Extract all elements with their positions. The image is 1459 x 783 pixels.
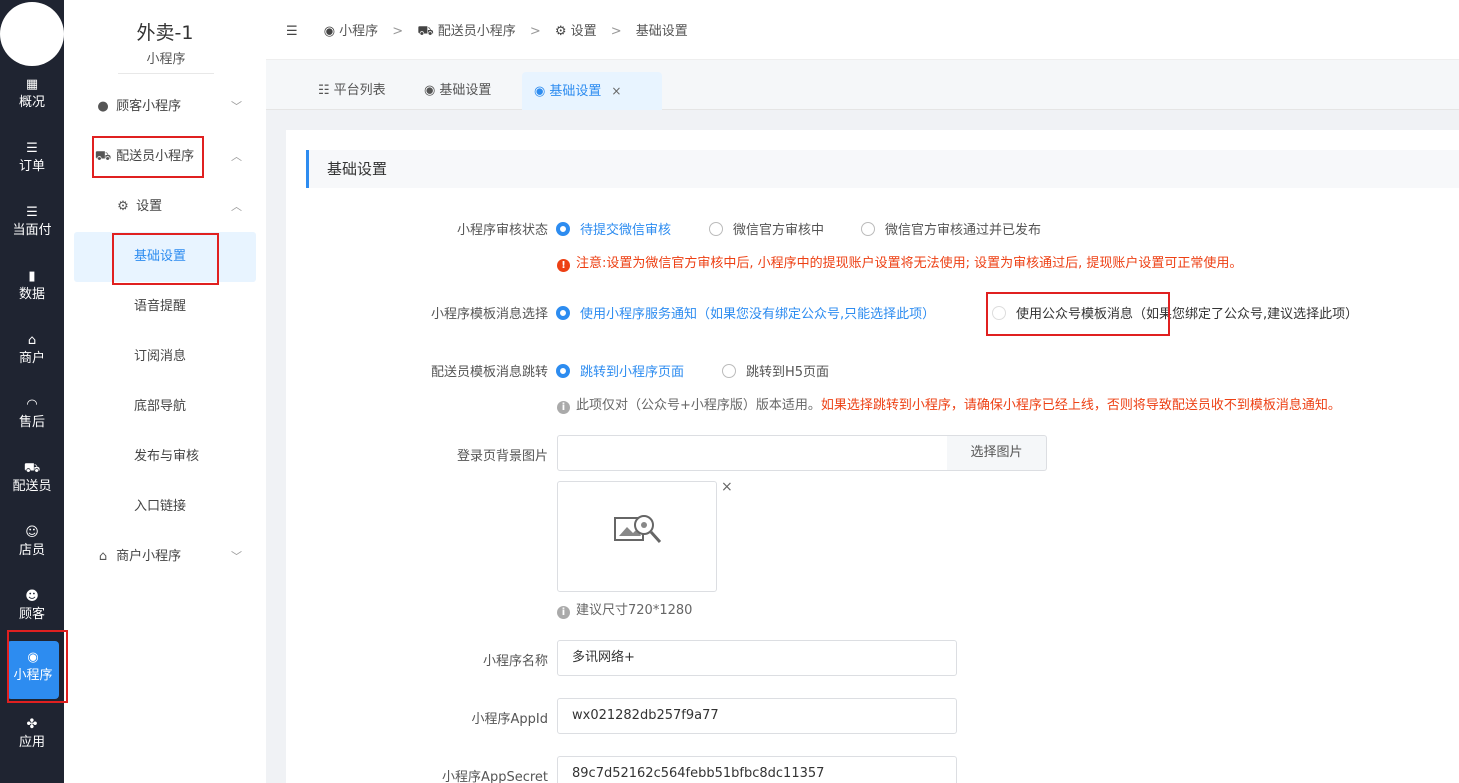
sub-sidebar: 外卖-1 小程序 ● 顾客小程序 ﹀ ⛟ 配送员小程序 ︿ ⚙ 设置 ︿ 基础设置 语… <box>64 0 266 783</box>
app-secret-label: 小程序AppSecret <box>442 770 548 783</box>
scooter-icon: ⛟ <box>94 149 112 164</box>
image-placeholder[interactable] <box>557 481 717 592</box>
scooter-icon: ⛟ <box>23 461 41 476</box>
rail-item-merchant[interactable]: ⌂ 商户 <box>0 326 64 382</box>
menu-publish-review[interactable]: 发布与审核 <box>74 432 256 482</box>
chevron-down-icon: ﹀ <box>231 550 242 563</box>
breadcrumb: ☰ ◉ 小程序 > ⛟ 配送员小程序 > ⚙ 设置 > 基础设置 <box>286 24 688 39</box>
app-id-label: 小程序AppId <box>471 712 548 727</box>
radio-published[interactable]: 微信官方审核通过并已发布 <box>861 219 1041 238</box>
breadcrumb-courier-miniapp[interactable]: 配送员小程序 <box>438 24 516 39</box>
review-status-label: 小程序审核状态 <box>456 223 548 238</box>
tab-bar: ☷ 平台列表 ◉ 基础设置 ◉ 基础设置 × <box>266 60 1459 110</box>
app-name-label: 小程序名称 <box>482 654 548 669</box>
error-icon: ! <box>557 259 570 272</box>
top-bar: ☰ ◉ 小程序 > ⛟ 配送员小程序 > ⚙ 设置 > 基础设置 <box>266 0 1459 60</box>
radio-jump-miniapp[interactable]: 跳转到小程序页面 <box>556 361 684 380</box>
rail-item-data[interactable]: ▮ 数据 <box>0 262 64 318</box>
section-title: 基础设置 <box>306 150 1459 188</box>
template-msg-label: 小程序模板消息选择 <box>430 307 548 322</box>
user-icon: ☻ <box>25 589 39 604</box>
rail-item-overview[interactable]: ▦ 概况 <box>0 70 64 126</box>
breadcrumb-settings[interactable]: 设置 <box>571 24 597 39</box>
chevron-up-icon: ︿ <box>231 200 242 213</box>
dashboard-icon: ▦ <box>25 77 39 92</box>
breadcrumb-miniapp[interactable]: 小程序 <box>339 24 378 39</box>
info-icon: i <box>557 401 570 414</box>
collapse-menu-icon[interactable]: ☰ <box>286 24 298 39</box>
gear-icon: ⚙ <box>117 199 129 214</box>
bg-image-label: 登录页背景图片 <box>456 449 548 464</box>
gear-icon: ⚙ <box>554 24 567 39</box>
store-title: 外卖-1 <box>136 22 194 44</box>
wechat-icon: ◉ <box>27 650 39 665</box>
app-id-input[interactable]: wx021282db257f9a77 <box>557 698 957 734</box>
chevron-up-icon: ︿ <box>231 150 242 163</box>
rail-item-miniapp[interactable]: ◉ 小程序 <box>7 641 59 699</box>
app-name-input[interactable]: 多讯网络+ <box>557 640 957 676</box>
rail-item-facepay[interactable]: ☰ 当面付 <box>0 198 64 254</box>
rail-item-courier[interactable]: ⛟ 配送员 <box>0 454 64 510</box>
app-secret-input[interactable]: 89c7d52162c564febb51bfbc8dc11357 <box>557 756 957 783</box>
review-warning: ! 注意:设置为微信官方审核中后, 小程序中的提现账户设置将无法使用; 设置为审核… <box>557 252 1242 272</box>
menu-voice-reminder[interactable]: 语音提醒 <box>74 282 256 332</box>
user-icon: ● <box>97 99 109 114</box>
menu-merchant-miniapp[interactable]: ⌂ 商户小程序 ﹀ <box>74 532 256 582</box>
menu-courier-miniapp[interactable]: ⛟ 配送员小程序 ︿ <box>74 132 256 182</box>
store-icon: ⌂ <box>98 549 108 564</box>
tab-basic-settings-2[interactable]: ◉ 基础设置 × <box>522 72 662 110</box>
menu-basic-settings[interactable]: 基础设置 <box>74 232 256 282</box>
store-subtitle: 小程序 <box>118 48 214 74</box>
jump-tip: i 此项仅对（公众号+小程序版）版本适用。如果选择跳转到小程序，请确保小程序已经上… <box>557 394 1341 414</box>
list-icon: ☰ <box>26 141 38 156</box>
radio-reviewing[interactable]: 微信官方审核中 <box>709 219 824 238</box>
radio-jump-h5[interactable]: 跳转到H5页面 <box>722 361 829 380</box>
menu-settings[interactable]: ⚙ 设置 ︿ <box>74 182 256 232</box>
rail-item-orders[interactable]: ☰ 订单 <box>0 134 64 190</box>
rail-item-apps[interactable]: ✤ 应用 <box>0 710 64 766</box>
apps-icon: ✤ <box>26 717 38 732</box>
wechat-icon: ◉ <box>424 83 436 98</box>
choose-image-button[interactable]: 选择图片 <box>947 435 1047 471</box>
rail-item-aftersale[interactable]: ◠ 售后 <box>0 390 64 446</box>
staff-icon: ☺ <box>25 525 39 540</box>
menu-entry-link[interactable]: 入口链接 <box>74 482 256 532</box>
close-icon[interactable]: × <box>611 84 621 98</box>
remove-image-icon[interactable]: × <box>721 479 733 495</box>
breadcrumb-basic-settings: 基础设置 <box>635 24 688 39</box>
info-icon: i <box>557 606 570 619</box>
bar-chart-icon: ▮ <box>28 269 36 284</box>
radio-pending-review[interactable]: 待提交微信审核 <box>556 219 671 238</box>
store-icon: ⌂ <box>27 333 37 348</box>
headset-icon: ◠ <box>26 397 38 412</box>
wechat-icon: ◉ <box>323 24 336 39</box>
tab-basic-settings-1[interactable]: ◉ 基础设置 <box>412 72 503 110</box>
rail-item-customer[interactable]: ☻ 顾客 <box>0 582 64 638</box>
jump-label: 配送员模板消息跳转 <box>430 365 548 380</box>
tab-platform-list[interactable]: ☷ 平台列表 <box>306 72 398 110</box>
menu-bottom-nav[interactable]: 底部导航 <box>74 382 256 432</box>
wechat-icon: ◉ <box>534 84 546 99</box>
radio-official-template[interactable]: 使用公众号模板消息（如果您绑定了公众号,建议选择此项） <box>992 303 1358 322</box>
main-nav-rail: ▦ 概况 ☰ 订单 ☰ 当面付 ▮ 数据 ⌂ 商户 ◠ 售后 ⛟ 配送员 ☺ 店员 ☻ 顾客 ◉ 小… <box>0 0 64 783</box>
menu-subscribe-msg[interactable]: 订阅消息 <box>74 332 256 382</box>
rail-item-staff[interactable]: ☺ 店员 <box>0 518 64 574</box>
image-size-hint: i 建议尺寸720*1280 <box>557 599 692 619</box>
chevron-down-icon: ﹀ <box>231 100 242 113</box>
radio-service-notice[interactable]: 使用小程序服务通知（如果您没有绑定公众号,只能选择此项） <box>556 303 935 322</box>
list-icon: ☰ <box>26 205 38 220</box>
scooter-icon: ⛟ <box>417 24 434 39</box>
content-panel: 基础设置 小程序审核状态 待提交微信审核 微信官方审核中 微信官方审核通过并已发… <box>286 130 1459 783</box>
menu-customer-miniapp[interactable]: ● 顾客小程序 ﹀ <box>74 82 256 132</box>
image-upload-icon <box>614 515 662 544</box>
bg-image-input[interactable] <box>557 435 948 471</box>
list-icon: ☷ <box>318 83 330 98</box>
